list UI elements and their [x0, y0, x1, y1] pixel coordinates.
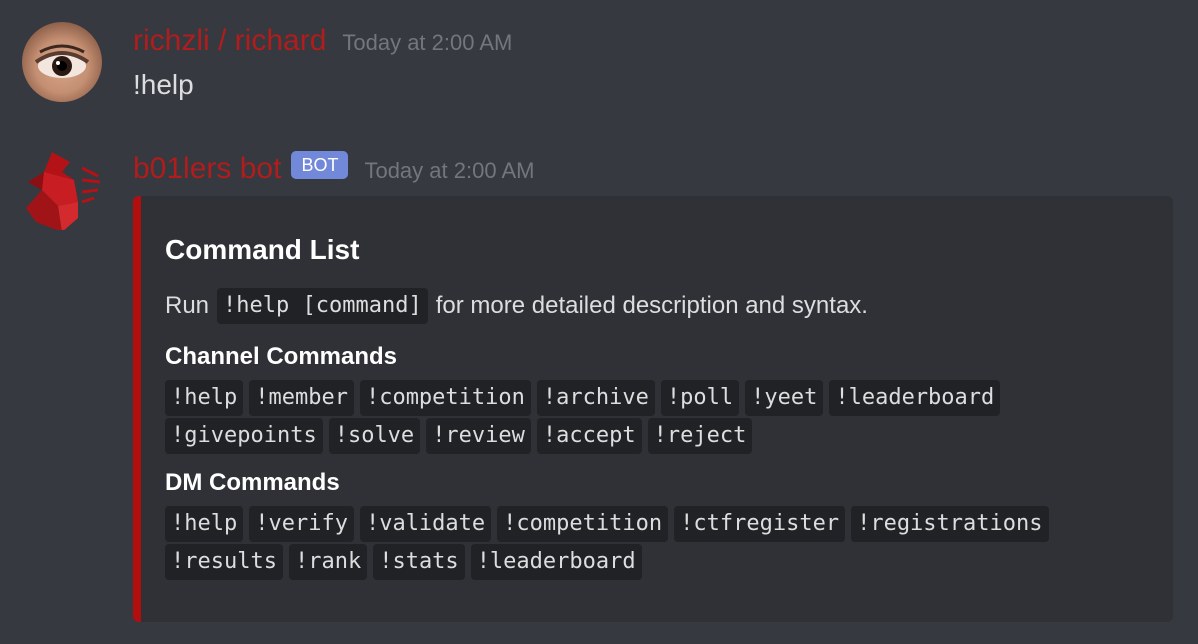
dm-command: !results	[165, 544, 283, 580]
channel-commands-title: Channel Commands	[165, 343, 398, 370]
dm-commands-title: DM Commands	[165, 469, 340, 496]
dm-command: !rank	[288, 544, 368, 580]
embed-description-prefix: Run	[165, 292, 210, 319]
user-avatar[interactable]	[22, 22, 102, 102]
bot-message-header: b01lers bot BOT Today at 2:00 AM	[133, 150, 534, 188]
channel-command: !archive	[536, 380, 655, 416]
channel-commands-list: !help !member !competition !archive !pol…	[165, 380, 1155, 456]
channel-command: !poll	[660, 380, 740, 416]
user-message-text: !help	[133, 69, 194, 100]
channel-command: !solve	[328, 418, 421, 454]
channel-command: !review	[426, 418, 531, 454]
channel-command: !competition	[359, 380, 531, 416]
red-dragon-logo-icon	[26, 152, 101, 230]
dm-command: !registrations	[851, 506, 1049, 542]
dm-command: !help	[165, 506, 244, 542]
inline-code: !help [command]	[217, 288, 428, 324]
dm-command: !validate	[359, 506, 492, 542]
embed-title: Command List	[165, 234, 360, 265]
command-list-embed: Command List Run !help [command] for mor…	[133, 196, 1173, 622]
bot-message-timestamp: Today at 2:00 AM	[364, 158, 535, 183]
dm-command: !stats	[373, 544, 465, 580]
bot-username[interactable]: b01lers bot	[133, 150, 281, 188]
chat-area: richzli / richard Today at 2:00 AM !help…	[0, 0, 1198, 644]
channel-command: !givepoints	[165, 418, 323, 454]
dm-command: !verify	[249, 506, 354, 542]
bot-tag-badge: BOT	[291, 151, 349, 179]
dm-command: !ctfregister	[674, 506, 846, 542]
channel-command: !member	[249, 380, 354, 416]
eye-avatar-icon	[34, 44, 90, 78]
user-message-timestamp: Today at 2:00 AM	[342, 30, 513, 55]
user-username[interactable]: richzli / richard	[133, 22, 326, 60]
dm-command: !leaderboard	[470, 544, 642, 580]
dm-commands-list: !help !verify !validate !competition !ct…	[165, 506, 1155, 582]
channel-command: !accept	[536, 418, 642, 454]
channel-command: !yeet	[745, 380, 824, 416]
dm-command: !competition	[497, 506, 669, 542]
channel-command: !reject	[647, 418, 753, 454]
channel-command: !leaderboard	[829, 380, 1001, 416]
embed-description: Run !help [command] for more detailed de…	[165, 288, 1173, 324]
bot-avatar[interactable]	[22, 150, 102, 230]
channel-command: !help	[165, 380, 244, 416]
user-message-header: richzli / richard Today at 2:00 AM	[133, 22, 512, 60]
embed-description-suffix: for more detailed description and syntax…	[435, 292, 868, 319]
